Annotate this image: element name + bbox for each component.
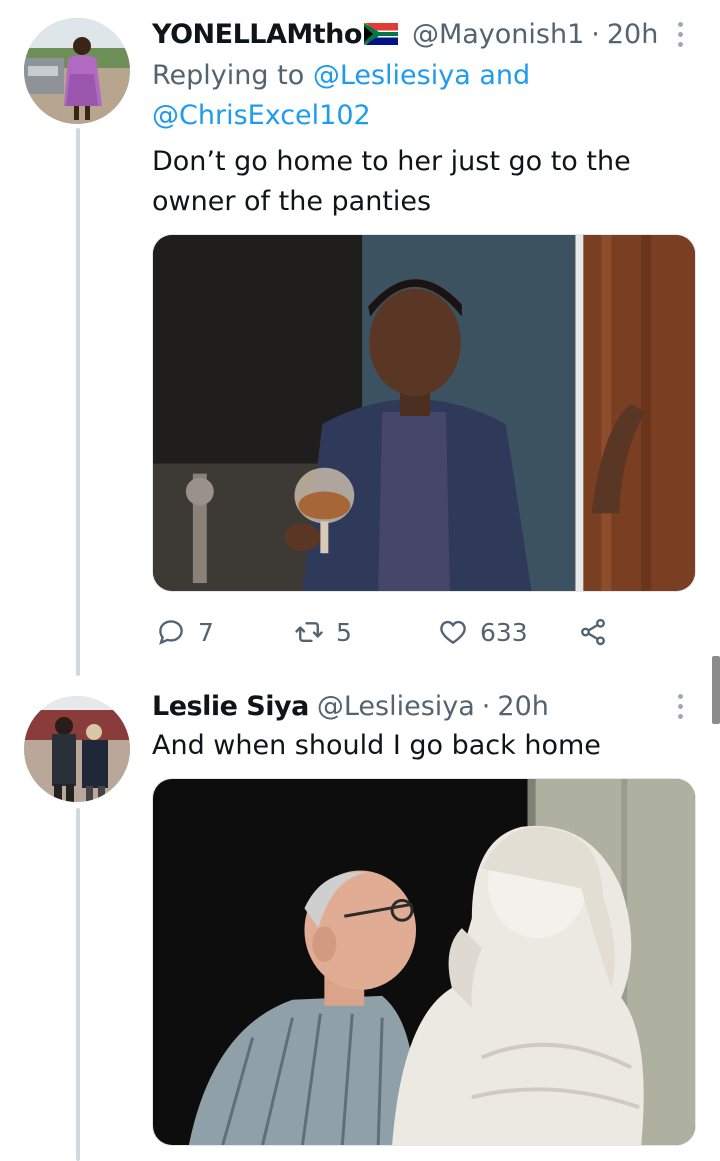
timestamp[interactable]: 20h — [497, 691, 548, 722]
replying-to-line: Replying to @Lesliesiya and — [152, 56, 530, 96]
mention-link[interactable]: @ChrisExcel102 — [152, 100, 371, 131]
tweet-text: And when should I go back home — [152, 730, 601, 761]
tweet-photo[interactable] — [152, 778, 696, 1146]
tweet-header: YONELLAMtho @Mayonish1 · 20h — [152, 14, 696, 54]
author-handle[interactable]: @Mayonish1 — [412, 19, 584, 50]
tweet-actions: 7 5 633 — [156, 612, 636, 652]
author-name[interactable]: YONELLAMtho — [152, 19, 362, 50]
mention-link[interactable]: @Lesliesiya — [313, 60, 471, 91]
tweet-photo[interactable] — [152, 234, 696, 592]
thread-connector-line — [76, 808, 80, 1161]
avatar[interactable] — [24, 696, 130, 802]
like-count: 633 — [480, 617, 528, 647]
replying-to-line: @ChrisExcel102 — [152, 96, 371, 136]
scrollbar-thumb[interactable] — [712, 656, 720, 724]
avatar[interactable] — [24, 18, 130, 124]
reply-button[interactable]: 7 — [156, 612, 214, 652]
share-button[interactable] — [578, 612, 608, 652]
like-button[interactable]: 633 — [438, 612, 528, 652]
retweet-icon — [294, 617, 324, 647]
author-handle[interactable]: @Lesliesiya — [317, 691, 475, 722]
reply-conjunction: and — [470, 60, 531, 91]
author-name[interactable]: Leslie Siya — [152, 691, 309, 722]
tweet-text: Don’t go home to her just go to the owne… — [152, 146, 631, 217]
reply-count: 7 — [198, 617, 214, 647]
separator-dot: · — [591, 18, 600, 50]
more-options-button[interactable] — [668, 686, 692, 726]
reply-icon — [156, 617, 186, 647]
separator-dot: · — [481, 690, 491, 722]
tweet-header: Leslie Siya @Lesliesiya · 20h — [152, 686, 696, 726]
replying-to-label: Replying to — [152, 60, 313, 91]
timestamp[interactable]: 20h — [607, 19, 658, 50]
south-africa-flag-icon — [363, 23, 398, 45]
share-icon — [578, 617, 608, 647]
heart-icon — [438, 617, 468, 647]
retweet-count: 5 — [336, 617, 352, 647]
retweet-button[interactable]: 5 — [294, 612, 352, 652]
thread-connector-line — [76, 128, 80, 676]
more-options-button[interactable] — [668, 14, 692, 54]
